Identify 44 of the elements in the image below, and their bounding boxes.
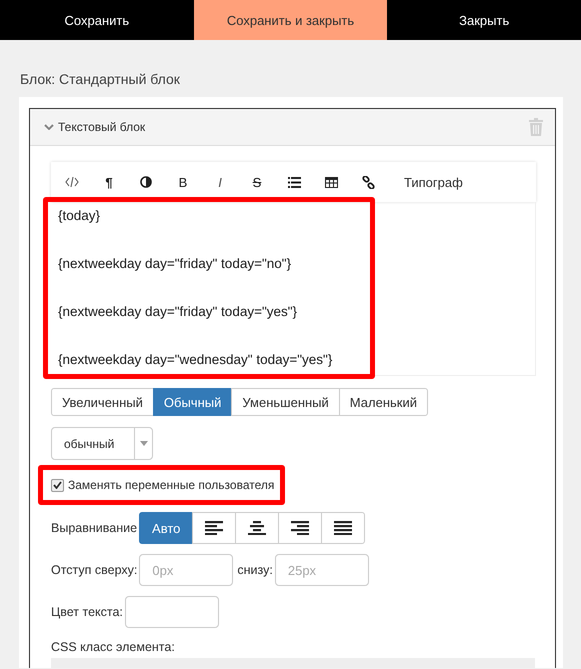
alignment-label: Выравнивание <box>51 521 138 535</box>
padding-top-field[interactable]: 0px <box>139 554 234 586</box>
padding-bottom-label: снизу: <box>237 563 273 577</box>
alignment-auto-button[interactable]: Авто <box>139 512 194 544</box>
link-icon[interactable] <box>361 174 375 190</box>
align-left-button[interactable] <box>192 512 236 544</box>
pilcrow-button[interactable]: ¶ <box>102 174 116 190</box>
table-icon[interactable] <box>324 174 338 190</box>
align-justify-button[interactable] <box>321 512 366 544</box>
italic-button[interactable]: I <box>213 174 227 190</box>
css-class-label: CSS класс элемента: <box>51 640 176 654</box>
align-justify-icon <box>334 521 352 535</box>
size-button[interactable]: Обычный <box>152 388 232 416</box>
editor-line: {nextweekday day="wednesday" today="yes"} <box>58 352 334 369</box>
caret-icon <box>140 441 148 446</box>
editor-line: {nextweekday day="friday" today="no"} <box>58 256 292 273</box>
typograph-button[interactable]: Типограф <box>404 174 463 190</box>
style-select[interactable]: обычный <box>51 427 153 460</box>
size-button[interactable]: Увеличенный <box>51 388 154 416</box>
size-button[interactable]: Маленький <box>338 388 428 416</box>
editor-line: {nextweekday day="friday" today="yes"} <box>58 304 298 321</box>
checkbox-label: Заменять переменные пользователя <box>68 478 274 492</box>
chevron-icon[interactable] <box>44 124 54 130</box>
size-button[interactable]: Уменьшенный <box>231 388 340 416</box>
list-icon[interactable] <box>287 174 301 190</box>
align-center-icon <box>248 521 266 535</box>
bold-button[interactable]: B <box>176 174 190 190</box>
padding-bottom-field[interactable]: 25px <box>274 554 369 586</box>
align-center-button[interactable] <box>235 512 280 544</box>
editor-line: {today} <box>58 208 102 225</box>
align-left-icon <box>205 521 224 535</box>
text-editor[interactable]: {today} {nextweekday day="friday" today="no"} {nextweekday day="friday" today="yes"} {nextweekday day="wednesday" today="yes"} <box>51 202 536 376</box>
text-color-label: Цвет текста: <box>51 605 123 619</box>
checkbox[interactable] <box>51 478 64 492</box>
text-color-field[interactable] <box>124 596 219 628</box>
align-right-icon <box>291 521 310 535</box>
align-right-button[interactable] <box>278 512 322 544</box>
block-title: Блок: Стандартный блок <box>20 71 181 89</box>
contrast-icon[interactable] <box>139 174 153 190</box>
padding-top-label: Отступ сверху: <box>51 563 138 577</box>
strikethrough-button[interactable]: S <box>250 174 264 190</box>
toolbar-button[interactable]: Сохранить и закрыть <box>194 0 388 40</box>
panel-title: Текстовый блок <box>58 120 146 134</box>
code-icon[interactable] <box>65 174 79 190</box>
